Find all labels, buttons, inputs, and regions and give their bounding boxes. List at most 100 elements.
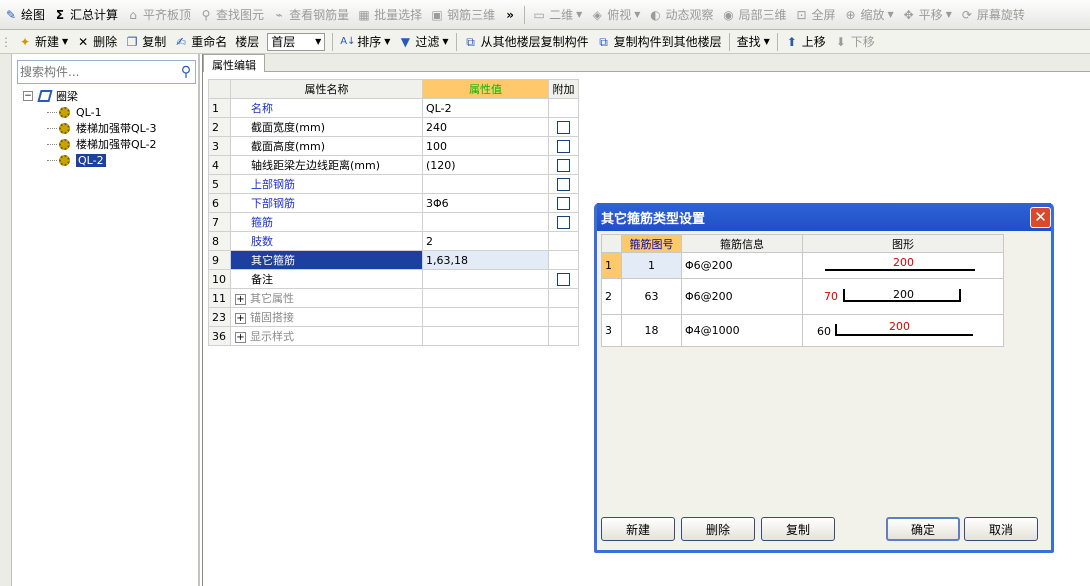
property-name-cell[interactable]: 备注: [230, 269, 423, 289]
align-slab-top-button[interactable]: ⌂ 平齐板顶: [122, 4, 195, 26]
copy-button[interactable]: ❐ 复制: [121, 31, 170, 53]
delete-button[interactable]: ✕ 删除: [72, 31, 121, 53]
property-name-cell[interactable]: + 其它属性: [230, 288, 423, 308]
rebar-3d-button[interactable]: ▣ 钢筋三维: [426, 4, 499, 26]
shape-cell[interactable]: 70 200: [802, 278, 1004, 315]
property-value-cell[interactable]: [422, 212, 549, 232]
collapse-icon[interactable]: −: [23, 91, 33, 101]
property-row[interactable]: 11 + 其它属性: [208, 288, 579, 308]
expand-plus-icon[interactable]: +: [235, 313, 246, 324]
property-value-cell[interactable]: (120): [422, 155, 549, 175]
property-name-cell[interactable]: 轴线距梁左边线距离(mm): [230, 155, 423, 175]
property-row[interactable]: 6 下部钢筋 3Φ6: [208, 193, 579, 213]
top-view-dropdown[interactable]: ◈ 俯视 ▼: [586, 4, 644, 26]
property-name-cell[interactable]: 肢数: [230, 231, 423, 251]
property-name-cell[interactable]: 下部钢筋: [230, 193, 423, 213]
filter-dropdown[interactable]: ▼ 过滤 ▼: [394, 31, 452, 53]
property-value-cell[interactable]: 240: [422, 117, 549, 137]
move-up-button[interactable]: ⬆ 上移: [781, 31, 830, 53]
shape-cell[interactable]: 200: [802, 252, 1004, 279]
copy-to-floor-button[interactable]: ⧉ 复制构件到其他楼层: [593, 31, 726, 53]
local-3d-button[interactable]: ◉ 局部三维: [717, 4, 790, 26]
property-row[interactable]: 5 上部钢筋: [208, 174, 579, 194]
dialog-ok-button[interactable]: 确定: [886, 517, 960, 541]
property-name-cell[interactable]: 上部钢筋: [230, 174, 423, 194]
shape-no-cell[interactable]: 18: [621, 314, 682, 347]
property-value-cell[interactable]: [422, 269, 549, 289]
close-icon[interactable]: ✕: [1030, 206, 1051, 228]
extra-checkbox[interactable]: [557, 215, 570, 229]
tree-root-node[interactable]: − 圈梁: [23, 88, 157, 104]
property-row[interactable]: 9 其它箍筋 1,63,18: [208, 250, 579, 270]
property-value-cell[interactable]: 100: [422, 136, 549, 156]
property-name-cell[interactable]: + 锚固搭接: [230, 307, 423, 327]
property-row[interactable]: 2 截面宽度(mm) 240: [208, 117, 579, 137]
stirrup-info-cell[interactable]: Φ6@200: [681, 278, 803, 315]
view-rebar-qty-button[interactable]: ⌁ 查看钢筋量: [268, 4, 353, 26]
find-dropdown[interactable]: 查找 ▼: [733, 31, 774, 53]
property-value-cell[interactable]: 1,63,18: [422, 250, 549, 270]
sort-dropdown[interactable]: A↓ 排序 ▼: [336, 31, 394, 53]
dialog-cancel-button[interactable]: 取消: [964, 517, 1038, 541]
copy-from-floor-button[interactable]: ⧉ 从其他楼层复制构件: [460, 31, 593, 53]
property-value-cell[interactable]: [422, 307, 549, 327]
extra-checkbox[interactable]: [557, 120, 570, 134]
property-value-cell[interactable]: 2: [422, 231, 549, 251]
orbit-button[interactable]: ◐ 动态观察: [644, 4, 717, 26]
stirrup-info-cell[interactable]: Φ4@1000: [681, 314, 803, 347]
draw-button[interactable]: ✎ 绘图: [0, 4, 49, 26]
property-value-cell[interactable]: [422, 174, 549, 194]
dialog-delete-button[interactable]: 删除: [681, 517, 755, 541]
component-search-input[interactable]: [18, 62, 177, 82]
tree-item-selected[interactable]: QL-2: [23, 152, 157, 168]
stirrup-row[interactable]: 2 63 Φ6@200 70 200: [601, 278, 1004, 315]
view-2d-dropdown[interactable]: ▭ 二维 ▼: [528, 4, 586, 26]
find-element-button[interactable]: ⚲ 查找图元: [195, 4, 268, 26]
tree-item[interactable]: 楼梯加强带QL-2: [23, 136, 157, 152]
zoom-dropdown[interactable]: ⊕ 缩放 ▼: [840, 4, 898, 26]
rename-button[interactable]: ✍ 重命名: [170, 31, 231, 53]
extra-checkbox[interactable]: [557, 272, 570, 286]
property-value-cell[interactable]: [422, 288, 549, 308]
stirrup-row[interactable]: 1 1 Φ6@200 200: [601, 252, 1004, 279]
property-name-cell[interactable]: 箍筋: [230, 212, 423, 232]
shape-no-cell[interactable]: 1: [621, 252, 682, 279]
toolbar-overflow-button[interactable]: »: [499, 4, 521, 26]
property-row[interactable]: 1 名称 QL-2: [208, 98, 579, 118]
screen-rotate-button[interactable]: ⟳ 屏幕旋转: [956, 4, 1029, 26]
property-row[interactable]: 10 备注: [208, 269, 579, 289]
property-row[interactable]: 36 + 显示样式: [208, 326, 579, 346]
property-value-cell[interactable]: [422, 326, 549, 346]
stirrup-row[interactable]: 3 18 Φ4@1000 60 200: [601, 314, 1004, 347]
property-row[interactable]: 23 + 锚固搭接: [208, 307, 579, 327]
batch-select-button[interactable]: ▦ 批量选择: [353, 4, 426, 26]
property-name-cell[interactable]: 截面宽度(mm): [230, 117, 423, 137]
property-name-cell[interactable]: 其它箍筋: [230, 250, 423, 270]
shape-cell[interactable]: 60 200: [802, 314, 1004, 347]
tab-property-edit[interactable]: 属性编辑: [203, 54, 265, 72]
property-row[interactable]: 8 肢数 2: [208, 231, 579, 251]
extra-checkbox[interactable]: [557, 158, 570, 172]
dialog-copy-button[interactable]: 复制: [761, 517, 835, 541]
dialog-new-button[interactable]: 新建: [601, 517, 675, 541]
property-name-cell[interactable]: 名称: [230, 98, 423, 118]
property-name-cell[interactable]: 截面高度(mm): [230, 136, 423, 156]
tree-item[interactable]: QL-1: [23, 104, 157, 120]
stirrup-info-cell[interactable]: Φ6@200: [681, 252, 803, 279]
property-row[interactable]: 4 轴线距梁左边线距离(mm) (120): [208, 155, 579, 175]
search-icon[interactable]: ⚲: [177, 64, 195, 80]
fullscreen-button[interactable]: ⊡ 全屏: [790, 4, 839, 26]
extra-checkbox[interactable]: [557, 139, 570, 153]
extra-checkbox[interactable]: [557, 177, 570, 191]
expand-plus-icon[interactable]: +: [235, 332, 246, 343]
property-row[interactable]: 7 箍筋: [208, 212, 579, 232]
pan-dropdown[interactable]: ✥ 平移 ▼: [898, 4, 956, 26]
property-value-cell[interactable]: QL-2: [422, 98, 549, 118]
floor-select[interactable]: 首层 ▼: [267, 32, 326, 51]
shape-no-cell[interactable]: 63: [621, 278, 682, 315]
property-row[interactable]: 3 截面高度(mm) 100: [208, 136, 579, 156]
expand-plus-icon[interactable]: +: [235, 294, 246, 305]
tree-item[interactable]: 楼梯加强带QL-3: [23, 120, 157, 136]
new-dropdown[interactable]: ✦ 新建 ▼: [14, 31, 72, 53]
move-down-button[interactable]: ⬇ 下移: [830, 31, 879, 53]
